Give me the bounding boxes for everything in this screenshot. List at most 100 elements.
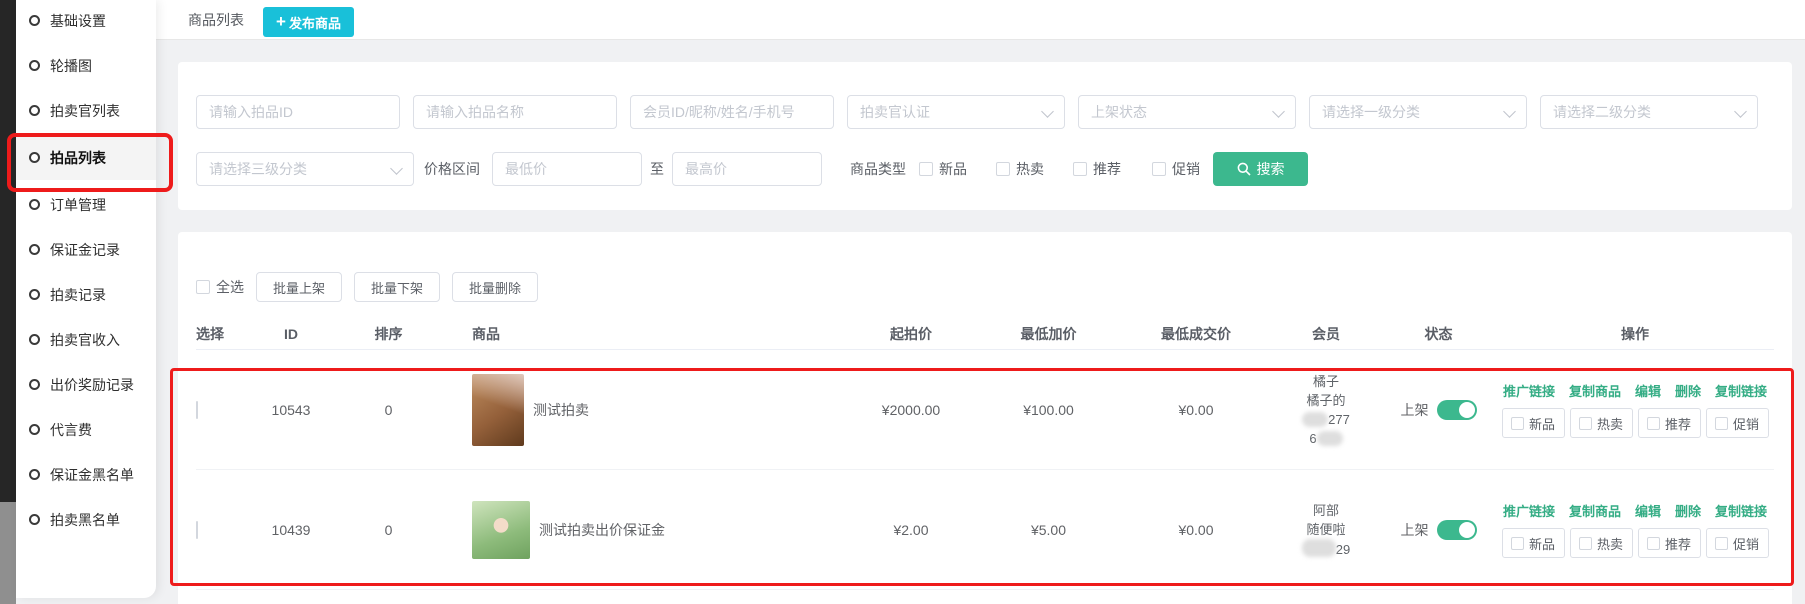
publish-product-button[interactable]: + 发布商品 <box>263 7 354 37</box>
copy-link-action[interactable]: 复制链接 <box>1715 501 1767 520</box>
sidebar-item-label: 代言费 <box>50 420 92 440</box>
row-checkbox[interactable] <box>196 401 198 419</box>
checkbox-icon[interactable] <box>1579 537 1592 550</box>
shelf-toggle-on[interactable] <box>1437 400 1477 420</box>
checkbox-icon[interactable] <box>919 162 933 176</box>
lot-id-input[interactable] <box>196 95 400 129</box>
header-min-deal-price: 最低成交价 <box>1121 324 1271 344</box>
table-row: 10543 0 测试拍卖 ¥2000.00 ¥100.00 ¥0.00 橘子 橘… <box>196 350 1774 470</box>
max-price-input[interactable] <box>672 152 822 186</box>
tag-checkbox-promo[interactable]: 促销 <box>1706 528 1769 558</box>
sidebar-item-auction-blacklist[interactable]: 拍卖黑名单 <box>16 497 156 542</box>
tag-checkbox-new[interactable]: 新品 <box>1502 528 1565 558</box>
type-checkbox-hot[interactable]: 热卖 <box>996 159 1044 179</box>
sidebar-item-label: 基础设置 <box>50 11 106 31</box>
sidebar-item-bid-reward-records[interactable]: 出价奖励记录 <box>16 362 156 407</box>
sidebar-item-label: 拍品列表 <box>50 148 106 168</box>
shelf-status-select[interactable]: 上架状态 <box>1078 95 1296 129</box>
tag-checkbox-promo[interactable]: 促销 <box>1706 408 1769 438</box>
sidebar-item-label: 保证金记录 <box>50 240 120 260</box>
row-sort: 0 <box>331 402 446 418</box>
promo-link-action[interactable]: 推广链接 <box>1503 381 1555 400</box>
tag-checkbox-new[interactable]: 新品 <box>1502 408 1565 438</box>
sidebar-item-auctioneer-list[interactable]: 拍卖官列表 <box>16 88 156 133</box>
sidebar-item-auction-records[interactable]: 拍卖记录 <box>16 272 156 317</box>
promo-link-action[interactable]: 推广链接 <box>1503 501 1555 520</box>
type-checkbox-promo[interactable]: 促销 <box>1152 159 1200 179</box>
circle-icon <box>29 199 40 210</box>
edit-action[interactable]: 编辑 <box>1635 381 1661 400</box>
type-checkbox-new[interactable]: 新品 <box>919 159 967 179</box>
type-checkbox-recommend[interactable]: 推荐 <box>1073 159 1121 179</box>
checkbox-icon[interactable] <box>1715 537 1728 550</box>
lot-name-input[interactable] <box>413 95 617 129</box>
category-level3-select[interactable]: 请选择三级分类 <box>196 152 414 186</box>
checkbox-icon[interactable] <box>1715 417 1728 430</box>
checkbox-label: 促销 <box>1172 159 1200 179</box>
checkbox-icon[interactable] <box>1579 417 1592 430</box>
row-checkbox[interactable] <box>196 521 198 539</box>
circle-icon <box>29 244 40 255</box>
left-edge-strip-lower <box>0 502 16 604</box>
checkbox-icon[interactable] <box>1073 162 1087 176</box>
sidebar-item-endorsement-fee[interactable]: 代言费 <box>16 407 156 452</box>
price-to-label: 至 <box>650 159 664 179</box>
circle-icon <box>29 334 40 345</box>
table-row: 10439 0 测试拍卖出价保证金 ¥2.00 ¥5.00 ¥0.00 阿部 随… <box>196 470 1774 590</box>
batch-on-shelf-button[interactable]: 批量上架 <box>256 272 342 302</box>
min-price-input[interactable] <box>492 152 642 186</box>
shelf-toggle-on[interactable] <box>1437 520 1477 540</box>
checkbox-icon[interactable] <box>996 162 1010 176</box>
tag-checkbox-hot[interactable]: 热卖 <box>1570 528 1633 558</box>
batch-delete-button[interactable]: 批量删除 <box>452 272 538 302</box>
batch-off-shelf-button[interactable]: 批量下架 <box>354 272 440 302</box>
search-button[interactable]: 搜索 <box>1213 152 1308 186</box>
tag-checkbox-recommend[interactable]: 推荐 <box>1638 528 1701 558</box>
delete-action[interactable]: 删除 <box>1675 381 1701 400</box>
sidebar-item-label: 出价奖励记录 <box>50 375 134 395</box>
copy-product-action[interactable]: 复制商品 <box>1569 501 1621 520</box>
edit-action[interactable]: 编辑 <box>1635 501 1661 520</box>
sidebar-item-order-management[interactable]: 订单管理 <box>16 182 156 227</box>
checkbox-icon[interactable] <box>196 280 210 294</box>
header-start-price: 起拍价 <box>846 324 976 344</box>
circle-icon <box>29 105 40 116</box>
tag-checkbox-recommend[interactable]: 推荐 <box>1638 408 1701 438</box>
checkbox-icon[interactable] <box>1511 417 1524 430</box>
delete-action[interactable]: 删除 <box>1675 501 1701 520</box>
sidebar-item-deposit-blacklist[interactable]: 保证金黑名单 <box>16 452 156 497</box>
start-price: ¥2.00 <box>846 522 976 538</box>
min-increment: ¥100.00 <box>976 402 1121 418</box>
min-deal-price: ¥0.00 <box>1121 522 1271 538</box>
row-id: 10439 <box>251 522 331 538</box>
category-level2-select[interactable]: 请选择二级分类 <box>1540 95 1758 129</box>
checkbox-icon[interactable] <box>1647 537 1660 550</box>
checkbox-icon[interactable] <box>1647 417 1660 430</box>
category-level1-select[interactable]: 请选择一级分类 <box>1309 95 1527 129</box>
sidebar-item-lot-list[interactable]: 拍品列表 <box>16 135 156 180</box>
product-image <box>472 501 530 559</box>
chevron-down-icon <box>390 162 403 175</box>
tag-checkbox-hot[interactable]: 热卖 <box>1570 408 1633 438</box>
auctioneer-cert-select[interactable]: 拍卖官认证 <box>847 95 1065 129</box>
sidebar-item-basic-settings[interactable]: 基础设置 <box>16 0 156 43</box>
copy-link-action[interactable]: 复制链接 <box>1715 381 1767 400</box>
header-actions: 操作 <box>1496 324 1774 344</box>
tab-product-list[interactable]: 商品列表 <box>188 0 244 40</box>
select-all-checkbox[interactable]: 全选 <box>196 277 244 297</box>
sidebar-item-deposit-records[interactable]: 保证金记录 <box>16 227 156 272</box>
sidebar-item-carousel[interactable]: 轮播图 <box>16 43 156 88</box>
header-sort: 排序 <box>331 324 446 344</box>
circle-icon <box>29 379 40 390</box>
tag-label: 热卖 <box>1597 414 1623 433</box>
header-id: ID <box>251 326 331 342</box>
chevron-down-icon <box>1272 105 1285 118</box>
plus-icon: + <box>276 13 286 30</box>
checkbox-label: 推荐 <box>1093 159 1121 179</box>
copy-product-action[interactable]: 复制商品 <box>1569 381 1621 400</box>
member-search-input[interactable] <box>630 95 834 129</box>
checkbox-icon[interactable] <box>1152 162 1166 176</box>
sidebar-item-auctioneer-income[interactable]: 拍卖官收入 <box>16 317 156 362</box>
checkbox-icon[interactable] <box>1511 537 1524 550</box>
circle-icon <box>29 514 40 525</box>
